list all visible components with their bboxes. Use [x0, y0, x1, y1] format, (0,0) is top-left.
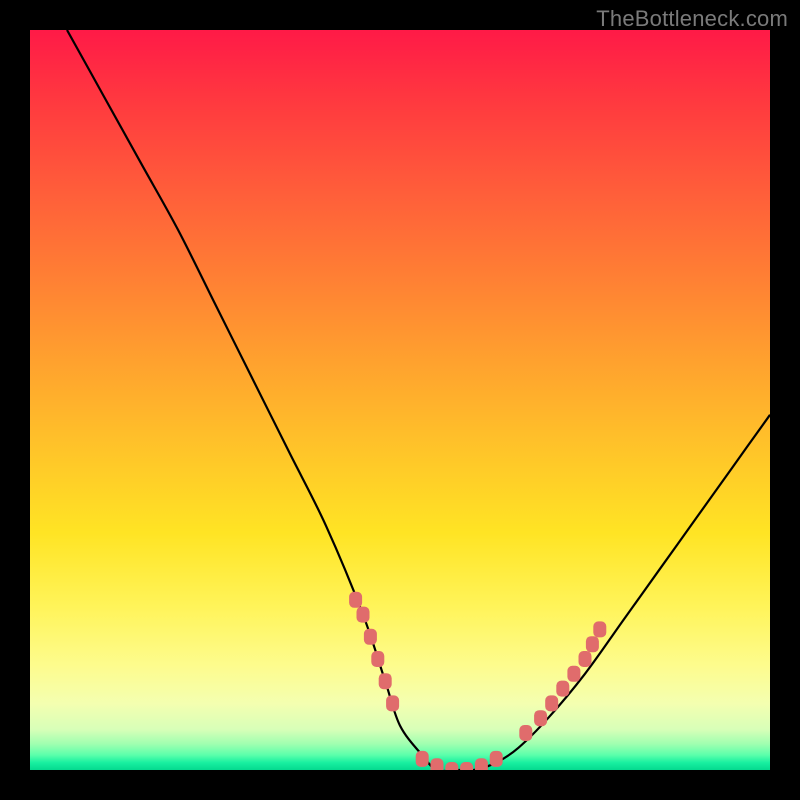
attribution-label: TheBottleneck.com — [596, 6, 788, 32]
marker-group — [349, 592, 606, 770]
highlight-dot — [379, 673, 392, 689]
highlight-dot — [364, 629, 377, 645]
highlight-dot — [386, 695, 399, 711]
highlight-dot — [545, 695, 558, 711]
highlight-dot — [349, 592, 362, 608]
plot-area — [30, 30, 770, 770]
chart-frame: TheBottleneck.com — [0, 0, 800, 800]
highlight-dot — [586, 636, 599, 652]
highlight-dot — [475, 758, 488, 770]
highlight-dot — [579, 651, 592, 667]
highlight-dot — [460, 762, 473, 770]
highlight-dot — [445, 762, 458, 770]
bottleneck-curve — [67, 30, 770, 770]
highlight-dot — [490, 751, 503, 767]
curve-layer — [30, 30, 770, 770]
highlight-dot — [519, 725, 532, 741]
highlight-dot — [431, 758, 444, 770]
highlight-dot — [371, 651, 384, 667]
highlight-dot — [567, 666, 580, 682]
highlight-dot — [416, 751, 429, 767]
highlight-dot — [534, 710, 547, 726]
highlight-dot — [556, 681, 569, 697]
highlight-dot — [593, 621, 606, 637]
highlight-dot — [357, 607, 370, 623]
